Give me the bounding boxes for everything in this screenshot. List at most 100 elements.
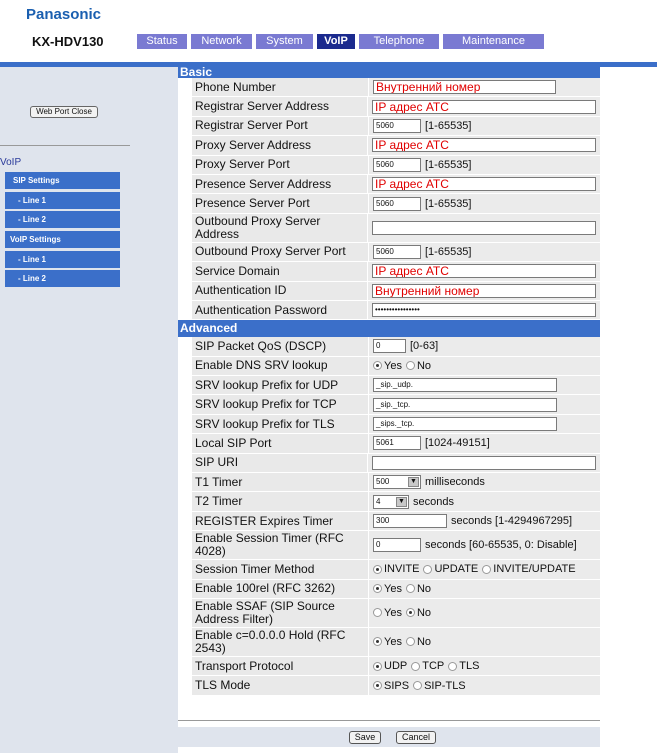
- brand-logo: Panasonic: [26, 6, 102, 23]
- transport-tls-radio[interactable]: TLS: [448, 660, 479, 672]
- range-note: [1024-49151]: [425, 437, 490, 450]
- unit-note: seconds: [413, 495, 454, 508]
- outbound-proxy-server-address-input[interactable]: [372, 220, 596, 235]
- chevron-down-icon: ▼: [396, 496, 407, 507]
- sidebar-item-sip-line-2[interactable]: - Line 2: [5, 211, 120, 228]
- authentication-password-input[interactable]: ••••••••••••••••: [372, 303, 596, 318]
- setting-label: Presence Server Address: [192, 174, 367, 195]
- 100rel-yes-radio[interactable]: Yes: [373, 583, 402, 595]
- setting-label: Presence Server Port: [192, 194, 368, 214]
- session-method-update-radio[interactable]: UPDATE: [423, 563, 478, 575]
- t1-timer-select[interactable]: 500 ▼: [373, 475, 421, 490]
- setting-label: SIP Packet QoS (DSCP): [192, 337, 368, 357]
- dns-srv-no-radio[interactable]: No: [405, 360, 431, 372]
- srv-prefix-tls-input[interactable]: _sips._tcp.: [373, 417, 557, 432]
- setting-label: Enable 100rel (RFC 3262): [192, 579, 368, 599]
- registrar-server-port-input[interactable]: 5060: [373, 118, 421, 133]
- proxy-server-address-input[interactable]: IP адрес АТС: [372, 138, 596, 153]
- setting-row: Registrar Server Port 5060 [1-65535]: [178, 116, 600, 137]
- hold-no-radio[interactable]: No: [405, 636, 431, 648]
- proxy-server-port-input[interactable]: 5060: [373, 157, 421, 172]
- save-button[interactable]: Save: [349, 731, 381, 744]
- phone-number-input[interactable]: Внутренний номер: [373, 80, 556, 95]
- setting-row: Proxy Server Address IP адрес АТС: [178, 136, 600, 156]
- sidebar-item-voip-line-1[interactable]: - Line 1: [5, 251, 120, 268]
- radio-icon: [482, 564, 492, 574]
- section-header-basic: Basic: [178, 67, 600, 78]
- sip-packet-qos-input[interactable]: 0: [373, 339, 406, 354]
- setting-row: Proxy Server Port 5060 [1-65535]: [178, 155, 600, 175]
- setting-label: Phone Number: [192, 78, 368, 98]
- setting-label: Enable SSAF (SIP Source Address Filter): [192, 598, 368, 628]
- tls-mode-sip-tls-radio[interactable]: SIP-TLS: [413, 680, 466, 692]
- setting-label: Enable DNS SRV lookup: [192, 356, 368, 377]
- service-domain-input[interactable]: IP адрес АТС: [372, 264, 596, 279]
- button-bar: [178, 727, 600, 747]
- transport-udp-radio[interactable]: UDP: [373, 660, 407, 672]
- setting-row: Enable c=0.0.0.0 Hold (RFC 2543) Yes No: [178, 627, 600, 657]
- setting-row: Authentication Password ••••••••••••••••: [178, 300, 600, 321]
- hold-yes-radio[interactable]: Yes: [373, 636, 402, 648]
- setting-row: SRV lookup Prefix for UDP _sip._udp.: [178, 376, 600, 396]
- radio-icon: [373, 361, 382, 371]
- setting-row: Enable Session Timer (RFC 4028) 0 seconds…: [178, 531, 600, 561]
- t2-timer-select[interactable]: 4 ▼: [373, 494, 409, 509]
- sip-uri-input[interactable]: [372, 455, 596, 470]
- setting-label: TLS Mode: [192, 676, 368, 696]
- dns-srv-yes-radio[interactable]: Yes: [373, 360, 402, 372]
- setting-row: Enable DNS SRV lookup Yes No: [178, 356, 600, 377]
- sidebar-item-sip-settings[interactable]: SIP Settings: [5, 172, 120, 189]
- setting-row: Outbound Proxy Server Address: [178, 213, 600, 243]
- setting-row: Local SIP Port 5061 [1024-49151]: [178, 434, 600, 454]
- setting-row: Enable SSAF (SIP Source Address Filter) …: [178, 598, 600, 628]
- session-timer-input[interactable]: 0: [373, 538, 421, 553]
- setting-row: Session Timer Method INVITE UPDATE INVIT…: [178, 560, 600, 580]
- setting-label: SRV lookup Prefix for UDP: [192, 376, 368, 396]
- registrar-server-address-input[interactable]: IP адрес АТС: [372, 99, 596, 114]
- 100rel-no-radio[interactable]: No: [405, 583, 431, 595]
- web-port-close-button[interactable]: Web Port Close: [30, 106, 98, 118]
- range-note: [1-65535]: [425, 158, 472, 171]
- tab-system[interactable]: System: [256, 34, 313, 49]
- presence-server-address-input[interactable]: IP адрес АТС: [372, 177, 596, 192]
- authentication-id-input[interactable]: Внутренний номер: [372, 283, 596, 298]
- sidebar-item-voip-settings[interactable]: VoIP Settings: [5, 231, 120, 248]
- setting-label: Registrar Server Address: [192, 97, 367, 117]
- radio-icon: [373, 584, 382, 594]
- section-header-advanced: Advanced: [178, 320, 600, 338]
- tls-mode-sips-radio[interactable]: SIPS: [373, 680, 409, 692]
- sidebar: [0, 67, 178, 753]
- transport-tcp-radio[interactable]: TCP: [411, 660, 444, 672]
- tab-maintenance[interactable]: Maintenance: [443, 34, 544, 49]
- radio-icon: [405, 361, 415, 371]
- tab-network[interactable]: Network: [191, 34, 252, 49]
- setting-row: T2 Timer 4 ▼ seconds: [178, 492, 600, 512]
- ssaf-no-radio[interactable]: No: [405, 607, 431, 619]
- srv-prefix-udp-input[interactable]: _sip._udp.: [373, 378, 557, 393]
- presence-server-port-input[interactable]: 5060: [373, 196, 421, 211]
- tab-status[interactable]: Status: [137, 34, 187, 49]
- session-method-invite-update-radio[interactable]: INVITE/UPDATE: [482, 563, 576, 575]
- ssaf-yes-radio[interactable]: Yes: [373, 607, 402, 619]
- radio-icon: [405, 637, 415, 647]
- outbound-proxy-server-port-input[interactable]: 5060: [373, 244, 421, 259]
- tab-voip[interactable]: VoIP: [317, 34, 355, 49]
- setting-row: Transport Protocol UDP TCP TLS: [178, 656, 600, 677]
- unit-note: milliseconds: [425, 476, 485, 489]
- setting-label: Outbound Proxy Server Address: [192, 213, 367, 243]
- setting-label: T2 Timer: [192, 492, 368, 512]
- main-nav-tabs: Status Network System VoIP Telephone Mai…: [137, 34, 548, 49]
- setting-label: Authentication ID: [192, 281, 367, 301]
- srv-prefix-tcp-input[interactable]: _sip._tcp.: [373, 397, 557, 412]
- radio-icon: [411, 661, 421, 671]
- setting-label: Local SIP Port: [192, 434, 368, 454]
- register-expires-timer-input[interactable]: 300: [373, 514, 447, 528]
- sidebar-item-voip-line-2[interactable]: - Line 2: [5, 270, 120, 287]
- local-sip-port-input[interactable]: 5061: [373, 436, 421, 451]
- session-method-invite-radio[interactable]: INVITE: [373, 563, 419, 575]
- range-note: [1-65535]: [425, 197, 472, 210]
- sidebar-item-sip-line-1[interactable]: - Line 1: [5, 192, 120, 209]
- tab-telephone[interactable]: Telephone: [359, 34, 439, 49]
- setting-label: Enable c=0.0.0.0 Hold (RFC 2543): [192, 627, 368, 657]
- cancel-button[interactable]: Cancel: [396, 731, 436, 744]
